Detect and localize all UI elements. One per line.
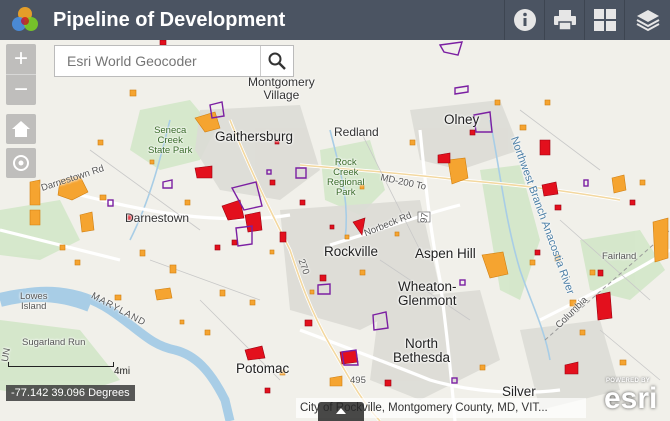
zoom-in-button[interactable]: + [6, 44, 36, 74]
map-label-wheaton-glenmont: Wheaton- Glenmont [398, 279, 457, 309]
locate-button[interactable] [6, 148, 36, 178]
info-icon [514, 9, 536, 31]
map-label-fairland: Fairland [602, 251, 637, 262]
app-logo-icon [12, 7, 38, 31]
scale-label: 4mi [114, 366, 131, 377]
geocoder-search [54, 45, 294, 77]
map-label-darnestown: Darnestown [125, 211, 190, 225]
attribution-toggle-button[interactable] [318, 402, 364, 421]
home-button[interactable] [6, 114, 36, 144]
esri-wordmark: esri [604, 382, 658, 415]
print-button[interactable] [544, 0, 585, 40]
map-label-gaithersburg: Gaithersburg [215, 129, 294, 144]
home-icon [12, 121, 30, 137]
esri-logo: POWERED BY esri [602, 376, 664, 416]
map-label-rock-creek: Rock Creek Regional Park [327, 157, 365, 198]
locate-icon [13, 155, 29, 171]
map-label-rockville: Rockville [324, 244, 379, 259]
map-label-lowes-island: Lowes Island [20, 291, 48, 312]
search-icon [268, 52, 286, 70]
search-input[interactable] [55, 46, 260, 76]
map-label-i495: 495 [350, 375, 366, 386]
scale-line [8, 362, 114, 367]
map-label-olney: Olney [444, 112, 480, 127]
map-label-redland: Redland [334, 125, 379, 139]
scale-bar: 4mi [8, 360, 130, 382]
layers-icon [636, 10, 660, 32]
map-label-sugarland-run: Sugarland Run [22, 337, 86, 348]
basemap-button[interactable] [584, 0, 625, 40]
map-label-aspen-hill: Aspen Hill [415, 246, 476, 261]
layers-button[interactable] [624, 0, 670, 40]
app-title: Pipeline of Development [53, 9, 286, 31]
map-label-montgomery-village: Montgomery Village [248, 75, 315, 102]
map-view[interactable]: Gaithersburg Montgomery Village Redland … [0, 40, 670, 421]
map-label-seneca-creek: Seneca Creek State Park [148, 125, 193, 156]
coordinate-readout: -77.142 39.096 Degrees [6, 385, 135, 401]
zoom-control: + − [6, 44, 36, 105]
info-button[interactable] [504, 0, 545, 40]
app-header: Pipeline of Development [0, 0, 670, 40]
zoom-out-button[interactable]: − [6, 74, 36, 105]
map-label-north-bethesda: North Bethesda [393, 336, 451, 366]
grid-icon [594, 9, 616, 31]
printer-icon [554, 10, 576, 31]
search-button[interactable] [260, 46, 293, 76]
map-label-md97: 97 [418, 211, 432, 225]
map-label-potomac: Potomac [236, 361, 290, 376]
